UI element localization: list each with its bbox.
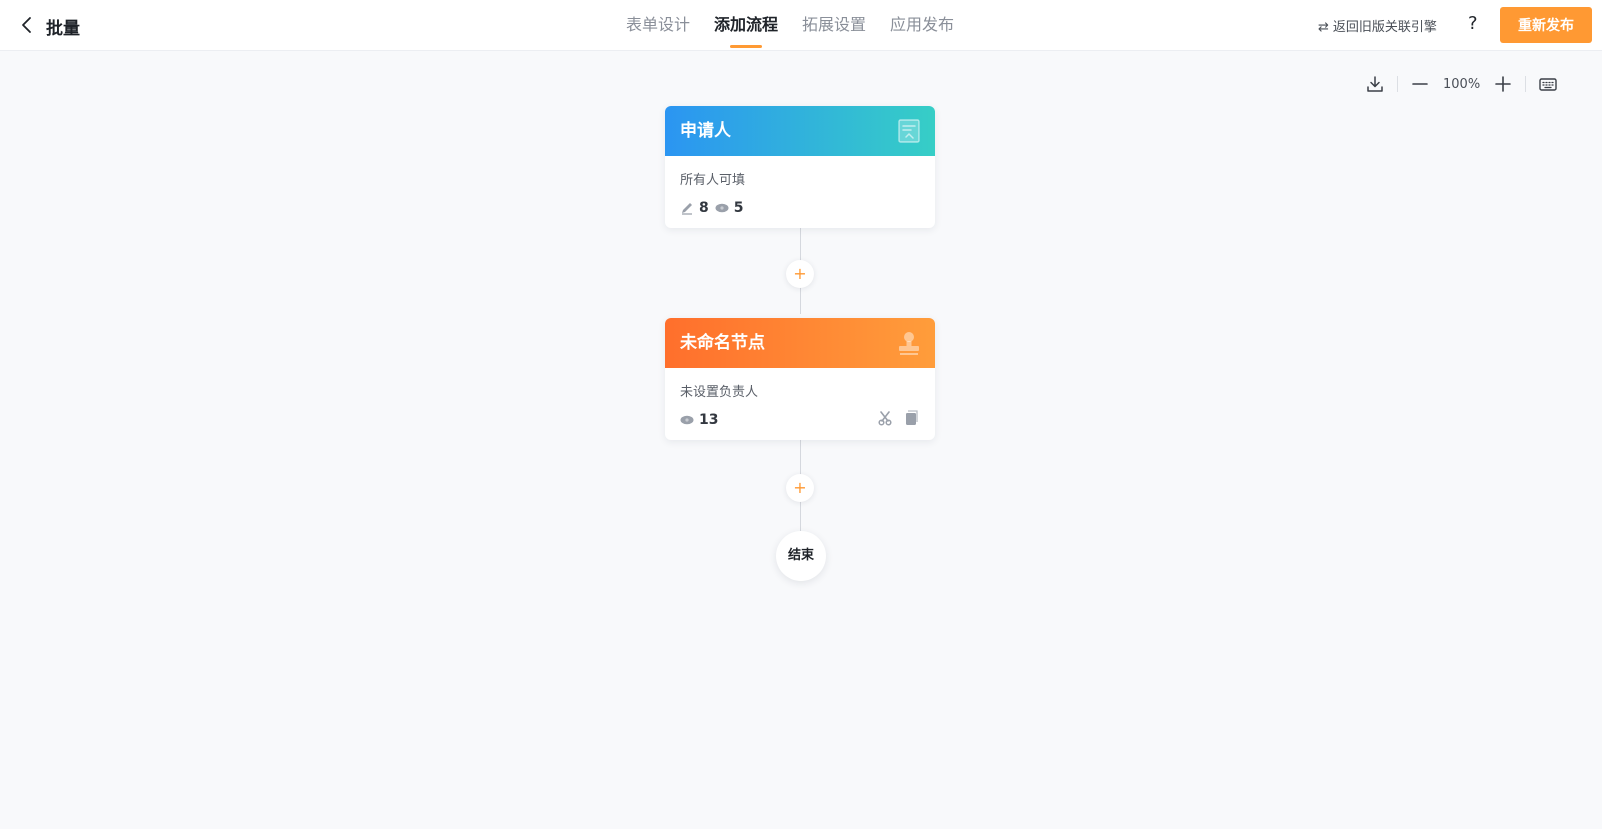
view-icon	[715, 203, 729, 213]
toolbar-divider	[1525, 76, 1527, 92]
node-header: 未命名节点	[665, 318, 935, 368]
app-title: 批量	[46, 19, 80, 39]
zoom-level: 100%	[1443, 76, 1481, 92]
add-node-button[interactable]: +	[786, 474, 814, 502]
flow-node-applicant[interactable]: 申请人 所有人可填 8 5	[665, 106, 935, 228]
stamp-icon	[899, 332, 919, 355]
keyboard-shortcuts-button[interactable]	[1537, 73, 1559, 95]
republish-button[interactable]: 重新发布	[1500, 7, 1592, 43]
zoom-out-button[interactable]	[1409, 73, 1431, 95]
node-description: 所有人可填	[680, 173, 746, 188]
copy-node-button[interactable]	[903, 410, 921, 428]
keyboard-icon	[1539, 78, 1557, 91]
switch-icon: ⇄	[1318, 20, 1329, 35]
view-count: 13	[699, 412, 719, 428]
edit-count: 8	[699, 200, 709, 216]
canvas-toolbar: 100%	[1364, 72, 1559, 96]
node-description: 未设置负责人	[680, 385, 759, 400]
zoom-out-icon	[1412, 83, 1428, 85]
node-stats: 8 5	[680, 199, 750, 217]
view-count: 5	[733, 200, 744, 216]
download-icon	[1367, 76, 1383, 92]
return-old-engine-link[interactable]: ⇄ 返回旧版关联引擎	[1318, 16, 1437, 35]
tab-bar: 表单设计 添加流程 拓展设置 应用发布	[626, 0, 978, 50]
flow-node-unnamed[interactable]: 未命名节点 未设置负责人 13	[665, 318, 935, 440]
help-icon[interactable]: ?	[1468, 13, 1478, 34]
back-button[interactable]	[16, 13, 38, 37]
edit-icon	[682, 203, 692, 215]
download-button[interactable]	[1364, 73, 1386, 95]
tab-app-publish[interactable]: 应用发布	[890, 0, 954, 50]
node-actions	[869, 410, 921, 428]
form-icon	[898, 119, 920, 143]
cut-icon	[878, 411, 892, 426]
zoom-in-button[interactable]	[1492, 73, 1514, 95]
zoom-in-icon	[1495, 76, 1511, 92]
tab-extension-settings[interactable]: 拓展设置	[802, 0, 866, 50]
toolbar-divider	[1397, 76, 1398, 92]
node-stats: 13	[680, 411, 724, 429]
flow-end-node: 结束	[776, 531, 826, 581]
add-node-button[interactable]: +	[786, 260, 814, 288]
tab-form-design[interactable]: 表单设计	[626, 0, 690, 50]
copy-icon	[906, 410, 918, 425]
cut-node-button[interactable]	[877, 410, 895, 428]
top-bar: 批量 表单设计 添加流程 拓展设置 应用发布 ⇄ 返回旧版关联引擎 ? 重新发布	[0, 0, 1602, 51]
return-old-engine-label: 返回旧版关联引擎	[1332, 20, 1437, 35]
view-icon	[680, 415, 694, 425]
node-header: 申请人	[665, 106, 935, 156]
chevron-left-icon	[22, 17, 31, 33]
tab-add-flow[interactable]: 添加流程	[714, 0, 778, 50]
